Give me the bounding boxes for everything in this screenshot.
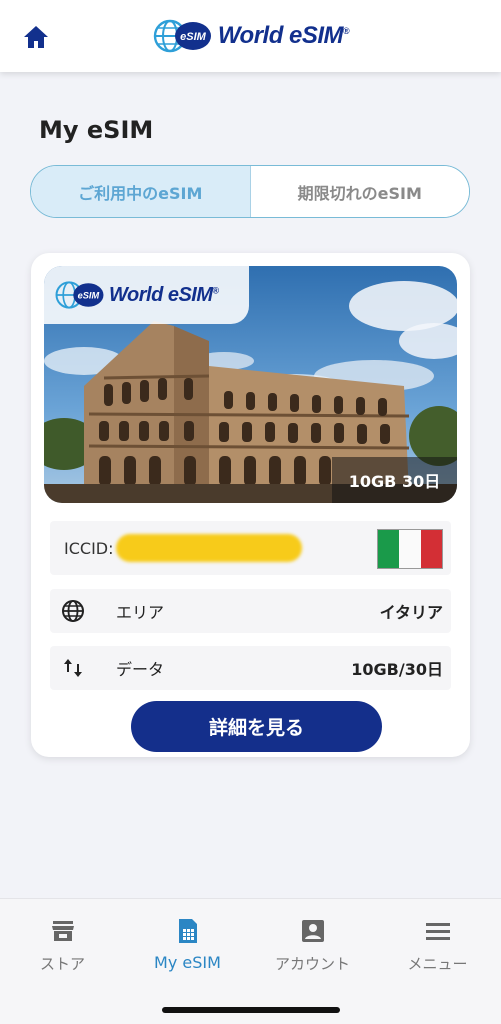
nav-label-my-esim: My eSIM (154, 953, 221, 972)
plan-badge: 10GB 30日 (332, 457, 457, 503)
destination-image: eSIM World eSIM® 10GB 30日 (44, 266, 457, 503)
view-details-button[interactable]: 詳細を見る (131, 701, 382, 752)
store-icon (49, 917, 77, 945)
area-row: エリア イタリア (50, 589, 451, 633)
nav-label-store: ストア (39, 955, 85, 973)
sim-card-icon (174, 917, 202, 945)
bottom-navigation: ストア My eSIM アカウント メニュー (0, 898, 501, 1024)
home-indicator (162, 1007, 340, 1013)
brand-name: World eSIM® (217, 22, 350, 49)
brand-logo[interactable]: eSIM World eSIM® (152, 18, 350, 54)
card-logo-badge-text: eSIM (78, 290, 100, 300)
card-brand-logo: eSIM World eSIM® (44, 266, 249, 324)
nav-label-account: アカウント (274, 955, 350, 973)
menu-icon (424, 917, 452, 945)
italy-flag-icon (377, 529, 443, 569)
globe-logo-icon: eSIM (153, 19, 211, 53)
area-value: イタリア (379, 603, 443, 622)
nav-item-menu[interactable]: メニュー (375, 917, 500, 977)
data-label: データ (116, 660, 165, 679)
iccid-label: ICCID: (64, 538, 114, 558)
iccid-row: ICCID: (50, 521, 451, 575)
area-label: エリア (116, 603, 165, 622)
tab-active-esim[interactable]: ご利用中のeSIM (31, 166, 251, 217)
esim-tabs: ご利用中のeSIM 期限切れのeSIM (30, 165, 470, 218)
home-icon[interactable] (22, 24, 50, 50)
nav-item-account[interactable]: アカウント (250, 917, 375, 977)
globe-logo-icon: eSIM (55, 281, 104, 309)
nav-label-menu: メニュー (407, 955, 468, 973)
tab-expired-esim[interactable]: 期限切れのeSIM (250, 166, 469, 217)
iccid-redacted-value (115, 534, 302, 562)
data-value: 10GB/30日 (351, 660, 443, 679)
nav-item-store[interactable]: ストア (0, 917, 125, 977)
page-title: My eSIM (39, 116, 154, 144)
logo-badge-text: eSIM (180, 31, 207, 43)
globe-icon (60, 598, 86, 624)
data-row: データ 10GB/30日 (50, 646, 451, 690)
nav-item-my-esim[interactable]: My eSIM (125, 917, 250, 977)
esim-card: eSIM World eSIM® 10GB 30日 ICCID: エリア イタリ… (31, 253, 470, 757)
account-icon (299, 917, 327, 945)
app-header: eSIM World eSIM® (0, 0, 501, 72)
card-brand-name: World eSIM® (109, 283, 219, 306)
swap-arrows-icon (60, 655, 86, 681)
